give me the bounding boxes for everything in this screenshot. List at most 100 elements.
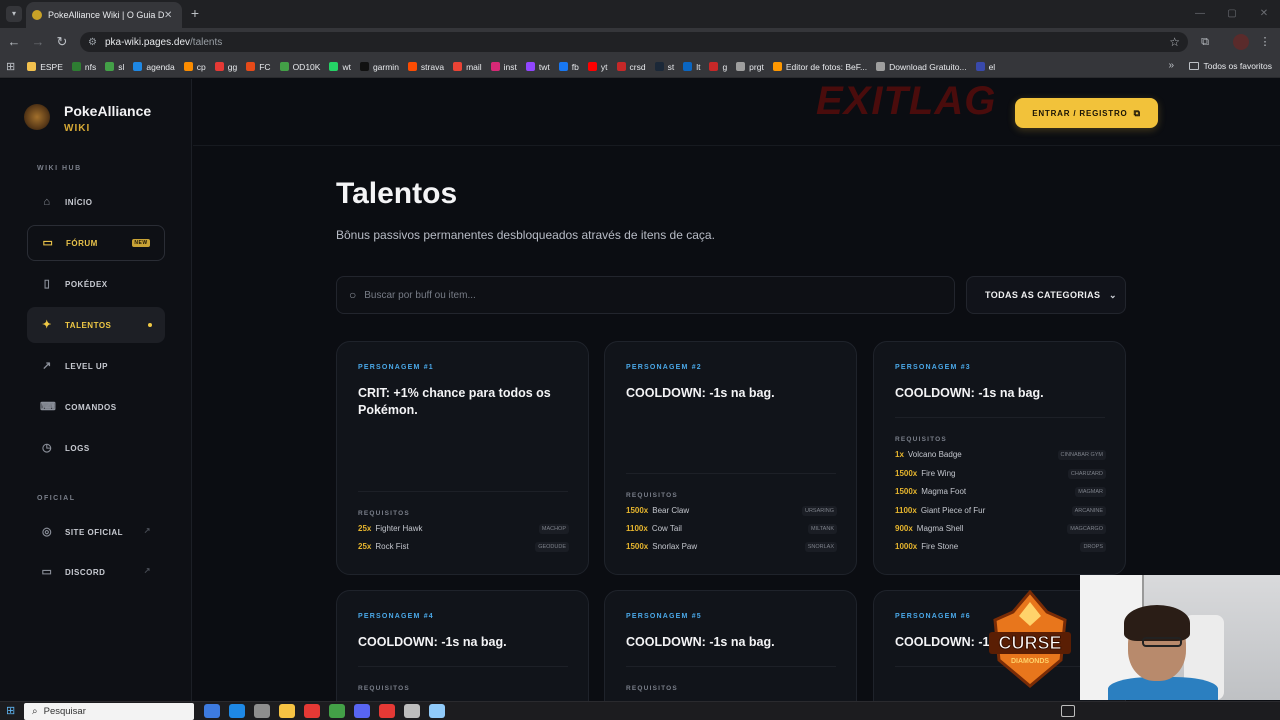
bookmark-item[interactable]: nfs: [71, 61, 97, 72]
apps-grid-icon[interactable]: ⊞: [6, 60, 15, 73]
taskbar-app-icon[interactable]: [229, 704, 245, 718]
search-input[interactable]: [364, 289, 925, 301]
bookmark-favicon-icon: [876, 62, 886, 71]
taskbar-app-icon[interactable]: [379, 704, 395, 718]
sidebar-item-site-oficial[interactable]: ◎ SITE OFICIAL ↗: [27, 514, 165, 550]
talent-card[interactable]: PERSONAGEM #3 COOLDOWN: -1s na bag. REQU…: [873, 341, 1126, 575]
taskbar-app-icon[interactable]: [279, 704, 295, 718]
card-divider: [895, 417, 1105, 418]
bookmark-label: prgt: [749, 61, 764, 72]
sidebar-item-pokedex[interactable]: ▯ POKÉDEX: [27, 266, 165, 302]
minimize-icon[interactable]: —: [1184, 0, 1216, 28]
requirement-item: Magma Shell: [916, 524, 964, 533]
search-box[interactable]: ○: [336, 276, 955, 314]
sidebar-item-comandos[interactable]: ⌨ COMANDOS: [27, 389, 165, 425]
talent-card[interactable]: PERSONAGEM #2 COOLDOWN: -1s na bag. REQU…: [604, 341, 857, 575]
bookmark-item[interactable]: twt: [525, 62, 550, 72]
search-icon: ○: [349, 288, 357, 302]
taskbar-app-icon[interactable]: [429, 704, 445, 718]
maximize-icon[interactable]: ▢: [1216, 0, 1248, 28]
sidebar-item-label: TALENTOS: [65, 320, 112, 330]
card-title: COOLDOWN: -1s na bag.: [626, 635, 775, 649]
sidebar-item-forum[interactable]: ▭ FÓRUM NEW: [27, 225, 165, 261]
bookmark-item[interactable]: cp: [183, 62, 206, 72]
bookmark-item[interactable]: g: [709, 62, 727, 72]
sidebar-item-discord[interactable]: ▭ DISCORD ↗: [27, 554, 165, 590]
bookmark-item[interactable]: garmin: [359, 62, 399, 72]
more-bookmarks-icon[interactable]: »: [1168, 60, 1174, 71]
bookmark-item[interactable]: st: [654, 61, 675, 72]
bookmark-item[interactable]: el: [975, 62, 995, 72]
sidebar-item-label: DISCORD: [65, 567, 106, 577]
taskbar-app-icon[interactable]: [354, 704, 370, 718]
bookmark-item[interactable]: agenda: [133, 62, 175, 72]
bookmark-item[interactable]: crsd: [616, 62, 646, 72]
taskbar-app-icon[interactable]: [204, 704, 220, 718]
extensions-icon[interactable]: ⧉: [1197, 34, 1213, 50]
sidebar-item-label: FÓRUM: [66, 238, 98, 248]
bookmark-label: g: [722, 61, 728, 72]
bookmark-item[interactable]: prgt: [736, 62, 764, 72]
category-select[interactable]: TODAS AS CATEGORIAS ⌄: [966, 276, 1126, 314]
windows-start-icon[interactable]: ⊞: [6, 705, 18, 717]
reload-icon[interactable]: ↻: [54, 34, 70, 50]
brand-logo[interactable]: [24, 104, 50, 130]
taskbar-app-icon[interactable]: [254, 704, 270, 718]
new-tab-icon[interactable]: +: [188, 6, 202, 20]
taskbar-app-icon[interactable]: [404, 704, 420, 718]
all-favorites-folder[interactable]: Todos os favoritos: [1189, 61, 1272, 71]
bookmark-item[interactable]: yt: [587, 61, 608, 72]
site-info-icon[interactable]: ⚙: [88, 37, 97, 48]
bookmark-item[interactable]: FC: [246, 62, 271, 72]
bookmark-item[interactable]: inst: [490, 62, 517, 72]
bookmark-item[interactable]: lt: [683, 62, 700, 72]
card-divider: [626, 473, 836, 474]
url-host: pka-wiki.pages.dev: [104, 36, 191, 48]
talent-card[interactable]: PERSONAGEM #1 CRIT: +1% chance para todo…: [336, 341, 589, 575]
tab-close-icon[interactable]: ✕: [164, 10, 176, 21]
bookmark-item[interactable]: gg: [214, 62, 237, 72]
login-register-button[interactable]: ENTRAR / REGISTRO ⧉: [1015, 98, 1158, 128]
profile-avatar[interactable]: [1233, 34, 1249, 50]
bookmark-item[interactable]: strava: [407, 62, 444, 72]
requirement-row: 1500x Fire Wing CHARIZARD: [895, 469, 1106, 483]
bookmark-item[interactable]: Editor de fotos: BeF...: [772, 62, 867, 72]
bookmark-item[interactable]: ESPE: [27, 62, 63, 72]
requirement-pokemon: CINNABAR GYM: [1057, 450, 1106, 460]
bookmark-item[interactable]: sl: [105, 62, 124, 72]
overlay-logo-sub: DIAMONDS: [1011, 658, 1049, 665]
bookmark-favicon-icon: [133, 62, 143, 71]
tray-keyboard-icon[interactable]: [1061, 705, 1075, 717]
tab-search-icon[interactable]: ▾: [6, 6, 22, 22]
external-link-icon: ↗: [143, 566, 151, 575]
forward-icon[interactable]: →: [30, 34, 46, 50]
taskbar-search[interactable]: ⌕ Pesquisar: [24, 703, 194, 720]
taskbar-app-icon[interactable]: [304, 704, 320, 718]
bookmark-item[interactable]: wt: [329, 62, 351, 72]
bookmark-item[interactable]: OD10K: [279, 62, 320, 72]
requirement-row: 1500x Bear Claw URSARING: [626, 506, 837, 520]
sidebar-item-label: SITE OFICIAL: [65, 527, 123, 537]
close-window-icon[interactable]: ✕: [1248, 0, 1280, 28]
bookmark-favicon-icon: [683, 62, 693, 71]
sidebar-item-logs[interactable]: ◷ LOGS: [27, 430, 165, 466]
bookmark-star-icon[interactable]: ☆: [1169, 35, 1180, 49]
bookmark-label: nfs: [84, 61, 97, 72]
header-divider: [193, 145, 1280, 146]
os-taskbar: ⊞ ⌕ Pesquisar: [0, 701, 1280, 720]
bookmark-item[interactable]: Download Gratuito...: [876, 62, 967, 72]
bookmark-label: yt: [600, 61, 608, 72]
sidebar-item-talentos[interactable]: ✦ TALENTOS: [27, 307, 165, 343]
taskbar-app-icon[interactable]: [329, 704, 345, 718]
requirement-row: 1100x Giant Piece of Fur ARCANINE: [895, 506, 1106, 520]
bookmark-item[interactable]: fb: [558, 62, 579, 72]
address-bar[interactable]: ⚙ pka-wiki.pages.dev /talents ☆: [80, 32, 1188, 52]
browser-menu-icon[interactable]: ⋮: [1257, 34, 1273, 50]
bookmark-label: st: [667, 61, 675, 72]
bookmark-item[interactable]: mail: [453, 62, 482, 72]
sidebar-item-level-up[interactable]: ↗ LEVEL UP: [27, 348, 165, 384]
sidebar-item-inicio[interactable]: ⌂ INÍCIO: [27, 184, 165, 220]
back-icon[interactable]: ←: [6, 34, 22, 50]
browser-tab[interactable]: PokeAlliance Wiki | O Guia Def ✕: [26, 2, 182, 28]
requirement-qty: 1500x: [895, 487, 918, 496]
